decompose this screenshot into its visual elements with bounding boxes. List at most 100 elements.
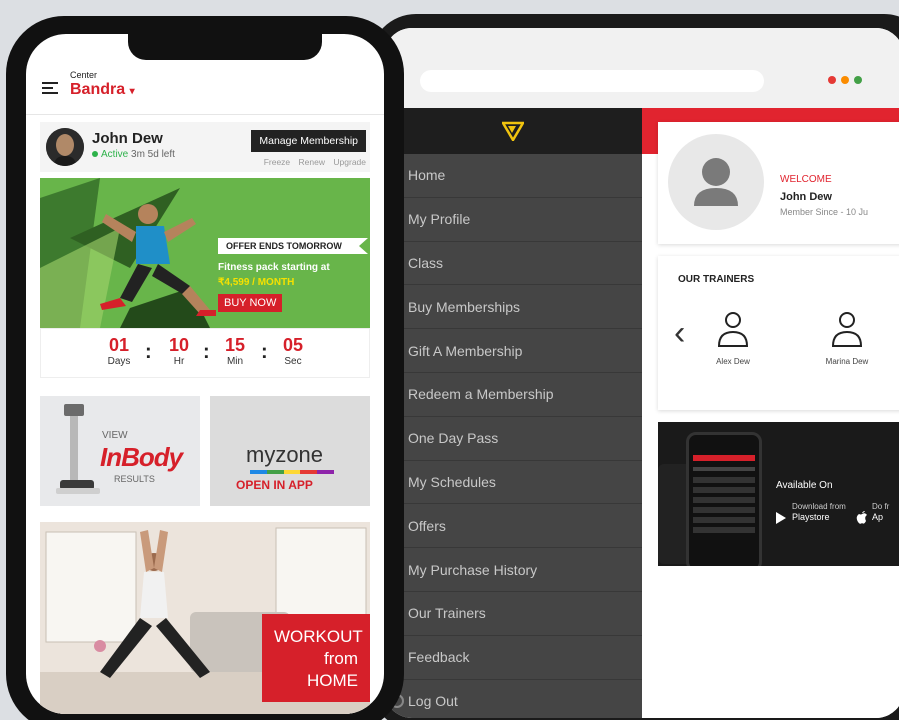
inbody-results-tile[interactable]: VIEW InBody RESULTS xyxy=(40,396,200,506)
countdown-minutes: 15 Min xyxy=(215,335,255,367)
appstore-small-text: Do fr xyxy=(872,502,890,511)
apple-icon xyxy=(856,511,867,524)
user-placeholder-icon[interactable] xyxy=(668,134,764,230)
buy-now-button[interactable]: BUY NOW xyxy=(218,294,283,312)
trainers-card: OUR TRAINERS ‹ Alex Dew Marina Dew xyxy=(658,256,899,410)
workout-badge: WORKOUT from HOME xyxy=(262,614,370,702)
countdown-value: 15 xyxy=(224,335,246,355)
trainer-card[interactable]: Alex Dew xyxy=(698,308,768,366)
menu-item-offers[interactable]: Offers xyxy=(384,504,642,549)
window-dot-red[interactable] xyxy=(828,76,836,84)
center-label: Center xyxy=(70,70,98,80)
menu-item-my-schedules[interactable]: My Schedules xyxy=(384,461,642,505)
menu-item-purchase-history[interactable]: My Purchase History xyxy=(384,548,642,592)
header-divider xyxy=(26,114,384,115)
countdown-hours: 10 Hr xyxy=(159,335,199,367)
menu-item-log-out[interactable]: Log Out xyxy=(384,680,642,718)
tablet-device: Home My Profile Class Buy Memberships Gi… xyxy=(370,14,899,720)
membership-status: Active 3m 5d left xyxy=(92,149,175,160)
menu-item-feedback[interactable]: Feedback xyxy=(384,636,642,680)
app-promo-banner[interactable]: Available On Download from Playstore Do … xyxy=(658,422,899,566)
inbody-logo: InBody xyxy=(100,442,183,472)
app-body: Home My Profile Class Buy Memberships Gi… xyxy=(384,108,899,718)
member-since-text: Member Since - 10 Ju xyxy=(780,207,869,217)
user-outline-icon xyxy=(717,312,749,347)
menu-item-my-profile[interactable]: My Profile xyxy=(384,198,642,242)
menu-item-our-trainers[interactable]: Our Trainers xyxy=(384,592,642,636)
menu-item-one-day-pass[interactable]: One Day Pass xyxy=(384,417,642,461)
countdown-value: 01 xyxy=(108,335,130,355)
freeze-link[interactable]: Freeze xyxy=(264,157,290,167)
promo-phone-image xyxy=(686,432,762,566)
window-dots xyxy=(828,76,862,84)
manage-membership-button[interactable]: Manage Membership xyxy=(251,130,366,152)
playstore-label: Playstore xyxy=(792,511,830,522)
welcome-user-name: John Dew xyxy=(780,191,832,203)
window-dot-green[interactable] xyxy=(854,76,862,84)
trainer-card[interactable]: Marina Dew xyxy=(812,308,882,366)
url-bar[interactable] xyxy=(420,70,764,92)
chevron-down-icon: ▾ xyxy=(129,86,135,97)
window-dot-orange[interactable] xyxy=(841,76,849,84)
countdown-seconds: 05 Sec xyxy=(273,335,313,367)
countdown-value: 10 xyxy=(168,335,190,355)
active-dot-icon xyxy=(92,151,98,157)
countdown-timer: 01 Days : 10 Hr : 15 Min : 05 Sec xyxy=(40,328,370,378)
menu-item-class[interactable]: Class xyxy=(384,242,642,286)
side-menu: Home My Profile Class Buy Memberships Gi… xyxy=(384,108,642,718)
menu-item-log-out-label: Log Out xyxy=(408,692,458,709)
offer-description: Fitness pack starting at xyxy=(218,262,330,273)
menu-item-gift-membership[interactable]: Gift A Membership xyxy=(384,329,642,373)
user-outline-icon xyxy=(831,312,863,347)
member-name: John Dew xyxy=(92,130,163,147)
countdown-separator: : xyxy=(261,341,268,363)
avatar[interactable] xyxy=(46,128,84,166)
inbody-results-label: RESULTS xyxy=(114,474,155,484)
browser-toolbar xyxy=(384,28,899,108)
playstore-link[interactable]: Download from Playstore xyxy=(776,502,846,524)
workout-from-home-banner[interactable]: WORKOUT from HOME xyxy=(40,522,370,714)
countdown-value: 05 xyxy=(282,335,304,355)
center-name: Bandra xyxy=(70,81,126,98)
phone-device: Center Bandra ▾ John Dew Active 3m 5d le… xyxy=(6,16,404,720)
countdown-unit: Sec xyxy=(284,356,302,367)
offer-banner[interactable]: OFFER ENDS TOMORROW Fitness pack startin… xyxy=(40,178,370,328)
menu-item-buy-memberships[interactable]: Buy Memberships xyxy=(384,285,642,330)
workout-label-line1: WORKOUT xyxy=(274,627,363,646)
welcome-label: WELCOME xyxy=(780,174,832,185)
center-selector[interactable]: Bandra ▾ xyxy=(70,81,135,99)
inbody-machine-image xyxy=(56,404,100,494)
appstore-label: Ap xyxy=(872,511,884,522)
appstore-link[interactable]: Do fr Ap xyxy=(856,502,896,524)
countdown-unit: Min xyxy=(226,356,244,367)
countdown-unit: Days xyxy=(107,356,131,367)
menu-item-home[interactable]: Home xyxy=(384,154,642,198)
open-in-app-button[interactable]: OPEN IN APP xyxy=(236,478,313,492)
phone-screen: Center Bandra ▾ John Dew Active 3m 5d le… xyxy=(26,34,384,714)
offer-ends-tag: OFFER ENDS TOMORROW xyxy=(218,238,368,254)
status-active: Active xyxy=(101,149,129,160)
phone-notch xyxy=(128,34,322,60)
brand-logo[interactable] xyxy=(384,108,642,154)
countdown-unit: Hr xyxy=(173,356,185,367)
renew-link[interactable]: Renew xyxy=(299,157,325,167)
hamburger-icon[interactable] xyxy=(42,82,58,97)
status-remaining: 3m 5d left xyxy=(131,149,175,160)
main-content: WELCOME John Dew Member Since - 10 Ju OU… xyxy=(642,108,899,718)
countdown-separator: : xyxy=(145,341,152,363)
inbody-view-label: VIEW xyxy=(102,430,128,441)
trainer-name: Marina Dew xyxy=(825,357,869,366)
countdown-separator: : xyxy=(203,341,210,363)
myzone-tile[interactable]: myzone OPEN IN APP xyxy=(210,396,370,506)
chevron-left-icon[interactable]: ‹ xyxy=(674,316,685,350)
workout-label-line3: HOME xyxy=(307,671,358,691)
myzone-logo: myzone xyxy=(246,442,324,467)
member-card: John Dew Active 3m 5d left Manage Member… xyxy=(40,122,370,172)
menu-item-redeem-membership[interactable]: Redeem a Membership xyxy=(384,373,642,417)
workout-label-line2: from xyxy=(324,649,358,669)
trainer-name: Alex Dew xyxy=(716,357,750,366)
upgrade-link[interactable]: Upgrade xyxy=(333,157,366,167)
membership-actions: Freeze Renew Upgrade xyxy=(264,157,366,167)
myzone-color-bars xyxy=(250,470,334,474)
trainers-title: OUR TRAINERS xyxy=(678,274,755,285)
